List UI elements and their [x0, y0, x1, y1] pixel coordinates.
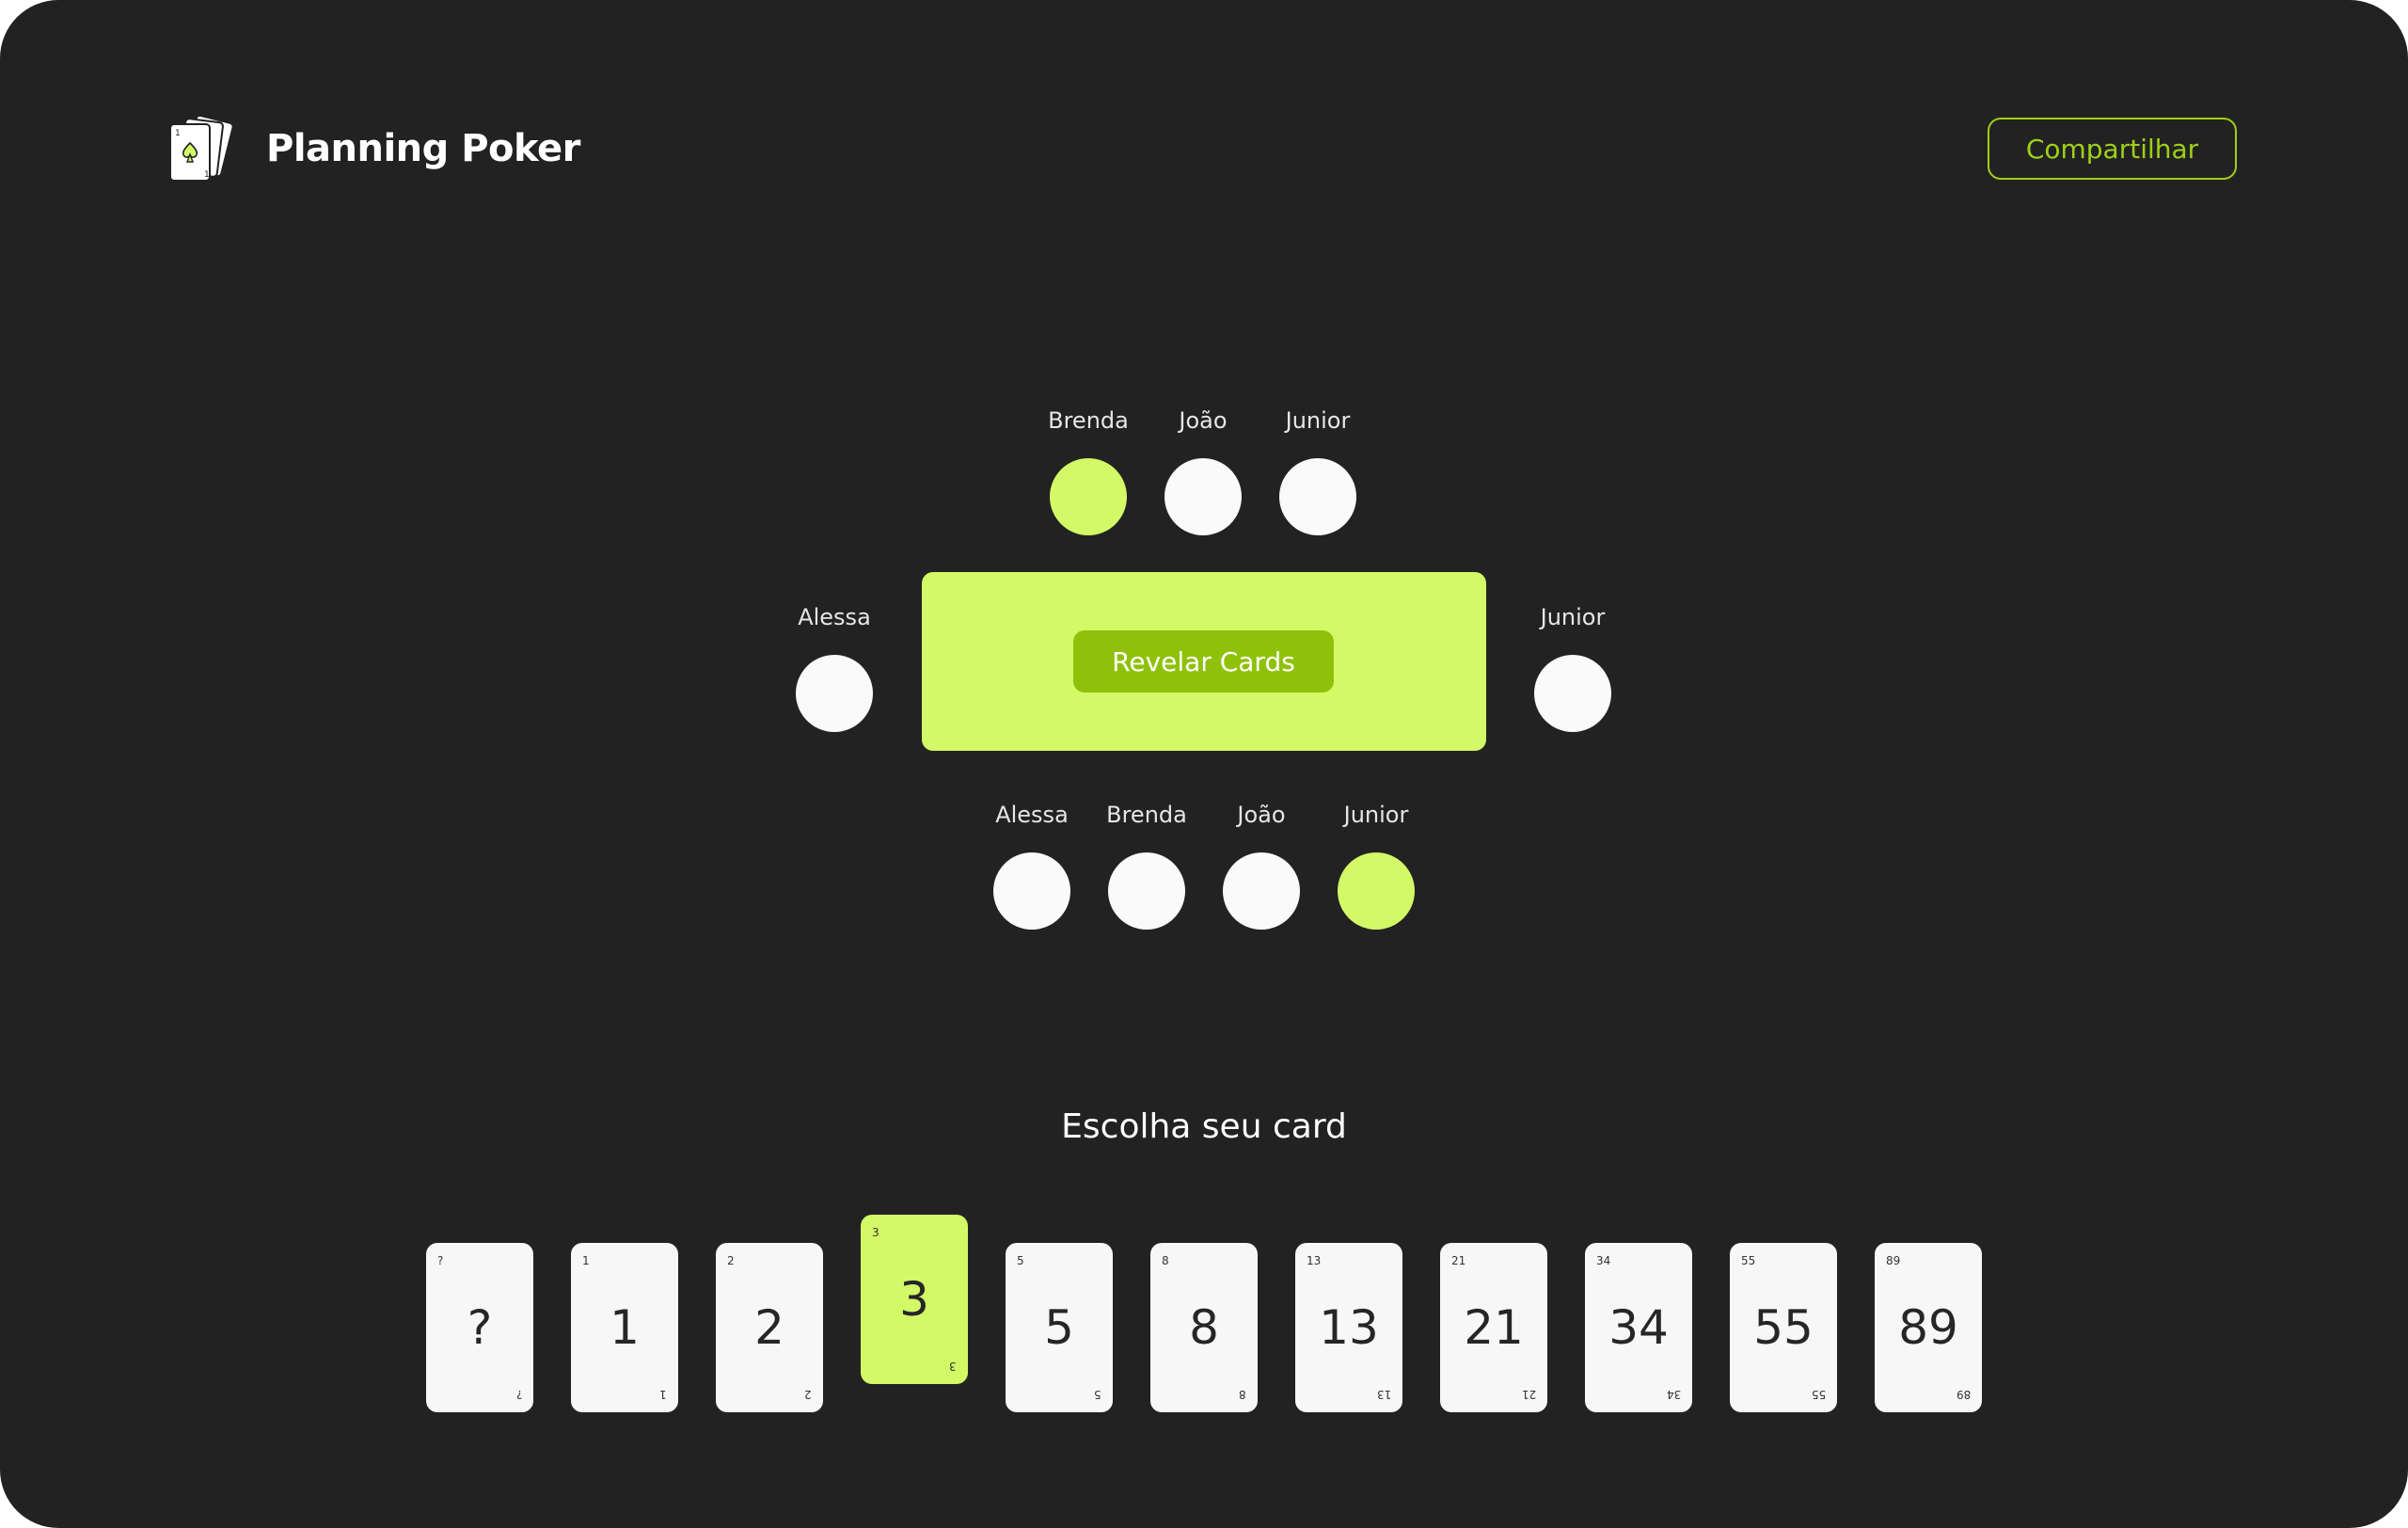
card-value: 89 [1898, 1300, 1958, 1355]
card-corner-bottom: 89 [1956, 1388, 1971, 1401]
svg-text:1: 1 [175, 129, 181, 138]
player-avatar [1338, 852, 1415, 930]
card-value: ? [467, 1300, 493, 1355]
player-avatar [1108, 852, 1185, 930]
card-option[interactable]: ? ? ? [426, 1243, 533, 1412]
card-value: 2 [754, 1300, 784, 1355]
card-corner-bottom: 2 [804, 1388, 812, 1401]
card-option[interactable]: 1 1 1 [571, 1243, 678, 1412]
card-value: 55 [1753, 1300, 1814, 1355]
card-corner-bottom: 5 [1094, 1388, 1101, 1401]
player-name: Junior [1343, 802, 1409, 828]
card-corner-bottom: 34 [1666, 1388, 1681, 1401]
player-seat: Junior [1301, 801, 1451, 930]
player-seat: Alessa [759, 603, 910, 732]
card-value: 34 [1608, 1300, 1669, 1355]
card-value: 21 [1464, 1300, 1524, 1355]
poker-table: Revelar Cards [922, 572, 1486, 751]
player-seat: Junior [1497, 603, 1648, 732]
card-value: 13 [1319, 1300, 1379, 1355]
app-window: 1 1 Planning Poker Compartilhar Brenda J… [0, 0, 2408, 1528]
card-corner-bottom: 8 [1239, 1388, 1246, 1401]
player-avatar [993, 852, 1070, 930]
card-option[interactable]: 13 13 13 [1295, 1243, 1402, 1412]
player-avatar [1164, 458, 1242, 535]
share-button[interactable]: Compartilhar [1988, 118, 2237, 180]
card-value: 8 [1189, 1300, 1219, 1355]
card-corner-bottom: 1 [659, 1388, 667, 1401]
card-option[interactable]: 55 55 55 [1730, 1243, 1837, 1412]
player-avatar [1534, 655, 1611, 732]
card-option[interactable]: 5 5 5 [1006, 1243, 1113, 1412]
card-value: 1 [610, 1300, 640, 1355]
card-value: 3 [899, 1272, 929, 1327]
player-name: Junior [1540, 604, 1606, 630]
card-option-selected[interactable]: 3 3 3 [861, 1215, 968, 1384]
card-value: 5 [1044, 1300, 1074, 1355]
card-corner-bottom: ? [515, 1388, 522, 1401]
card-option[interactable]: 8 8 8 [1150, 1243, 1258, 1412]
card-option[interactable]: 34 34 34 [1585, 1243, 1692, 1412]
reveal-cards-button[interactable]: Revelar Cards [1073, 630, 1334, 692]
svg-text:1: 1 [204, 170, 210, 180]
card-corner-bottom: 55 [1811, 1388, 1826, 1401]
choose-card-title: Escolha seu card [1061, 1107, 1347, 1146]
card-option[interactable]: 2 2 2 [716, 1243, 823, 1412]
card-corner-bottom: 3 [949, 1360, 957, 1373]
player-seat: Junior [1243, 406, 1393, 535]
card-corner-bottom: 13 [1376, 1388, 1391, 1401]
app-title: Planning Poker [266, 127, 580, 170]
playing-cards-logo-icon: 1 1 [169, 115, 234, 182]
player-avatar [1050, 458, 1127, 535]
card-option[interactable]: 21 21 21 [1440, 1243, 1547, 1412]
player-name: Junior [1285, 407, 1351, 434]
player-avatar [796, 655, 873, 732]
player-name: Alessa [798, 604, 871, 630]
player-avatar [1223, 852, 1300, 930]
card-option[interactable]: 89 89 89 [1875, 1243, 1982, 1412]
player-avatar [1279, 458, 1356, 535]
card-corner-bottom: 21 [1521, 1388, 1536, 1401]
